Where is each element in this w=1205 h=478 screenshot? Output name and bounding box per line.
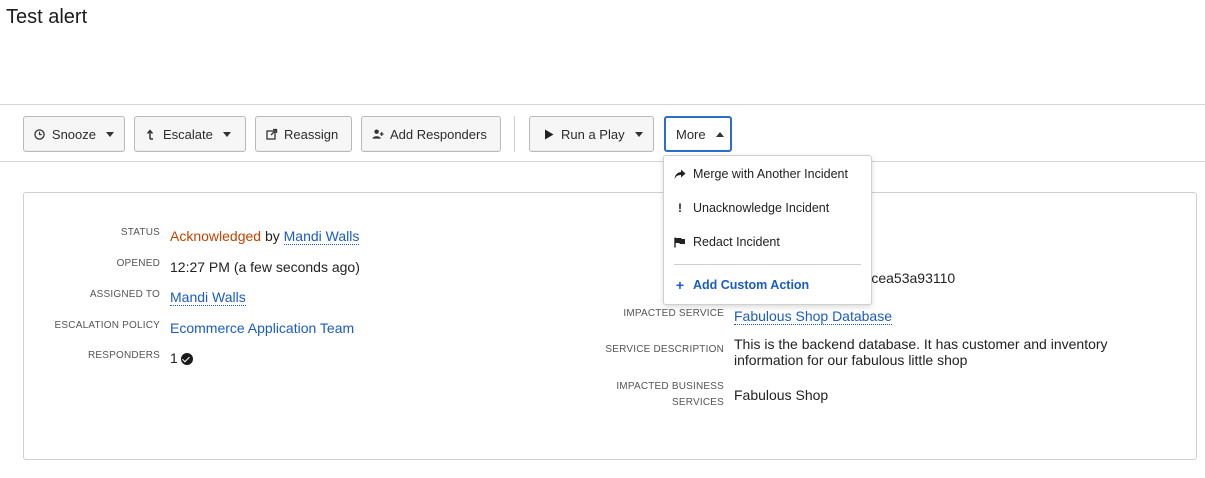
page-title: Test alert: [6, 6, 88, 28]
add-user-icon: [372, 128, 384, 140]
menu-item-redact[interactable]: Redact Incident: [664, 229, 871, 255]
add-responders-button[interactable]: Add Responders: [361, 116, 501, 152]
menu-item-merge-label: Merge with Another Incident: [693, 167, 848, 181]
opened-label: OPENED: [116, 258, 160, 269]
toolbar-divider: [514, 116, 515, 152]
chevron-down-icon: [222, 131, 231, 137]
status-badge: Acknowledged: [170, 228, 262, 244]
more-button[interactable]: More: [664, 116, 732, 152]
escalate-button[interactable]: Escalate: [134, 116, 246, 152]
status-by: by: [264, 228, 280, 244]
status-user-link[interactable]: Mandi Walls: [283, 228, 360, 245]
play-icon: [543, 128, 555, 140]
share-box-icon: [266, 128, 278, 140]
share-arrow-icon: [674, 169, 686, 180]
impacted-service-label: IMPACTED SERVICE: [623, 308, 724, 319]
responders-value: 1: [170, 350, 193, 366]
reassign-button[interactable]: Reassign: [255, 116, 352, 152]
menu-item-add-custom-action-label: Add Custom Action: [693, 278, 810, 292]
assigned-to-label: ASSIGNED TO: [89, 289, 160, 300]
menu-item-add-custom-action[interactable]: + Add Custom Action: [664, 272, 871, 298]
impacted-business-services-label: IMPACTED BUSINESS SERVICES: [584, 379, 724, 411]
chevron-up-icon: [715, 131, 724, 137]
responders-label: RESPONDERS: [87, 350, 160, 361]
opened-value: 12:27 PM (a few seconds ago): [170, 259, 360, 275]
responders-count: 1: [170, 350, 178, 366]
flag-icon: [674, 237, 686, 248]
more-dropdown-menu: Merge with Another Incident ! Unacknowle…: [663, 155, 872, 305]
reassign-label: Reassign: [284, 126, 339, 142]
menu-item-redact-label: Redact Incident: [693, 235, 780, 249]
impacted-business-label-line1: IMPACTED BUSINESS: [616, 381, 724, 392]
impacted-service-link[interactable]: Fabulous Shop Database: [734, 308, 892, 325]
impacted-business-services-value: Fabulous Shop: [734, 387, 829, 403]
escalation-policy-value: Ecommerce Application Team: [170, 320, 354, 336]
chevron-down-icon: [106, 131, 114, 137]
incident-toolbar: Snooze Escalate Reassign Add Responders …: [0, 104, 1205, 162]
service-description-value: This is the backend database. It has cus…: [734, 336, 1108, 368]
more-label: More: [676, 126, 706, 142]
run-a-play-label: Run a Play: [561, 126, 625, 142]
exclamation-icon: !: [678, 201, 682, 215]
impacted-business-label-line2: SERVICES: [672, 397, 724, 408]
assigned-user-link[interactable]: Mandi Walls: [170, 289, 246, 306]
snooze-label: Snooze: [51, 126, 96, 142]
snooze-button[interactable]: Snooze: [23, 116, 125, 152]
chevron-down-icon: [634, 131, 643, 137]
escalate-label: Escalate: [163, 126, 213, 142]
plus-icon: +: [675, 277, 685, 293]
service-description-label: SERVICE DESCRIPTION: [605, 344, 724, 355]
menu-item-merge[interactable]: Merge with Another Incident: [664, 161, 871, 187]
escalate-arrow-icon: [145, 128, 157, 140]
clock-icon: [34, 128, 46, 140]
impacted-service-value: Fabulous Shop Database: [734, 308, 892, 325]
check-circle-icon: [180, 353, 193, 366]
add-responders-label: Add Responders: [390, 126, 487, 142]
menu-divider: [674, 264, 861, 265]
status-value: Acknowledged by Mandi Walls: [170, 228, 360, 245]
assigned-to-value: Mandi Walls: [170, 289, 246, 306]
status-label: STATUS: [120, 227, 160, 238]
menu-item-unacknowledge[interactable]: ! Unacknowledge Incident: [664, 195, 871, 221]
menu-item-unacknowledge-label: Unacknowledge Incident: [693, 201, 830, 215]
run-a-play-button[interactable]: Run a Play: [529, 116, 654, 152]
escalation-policy-link[interactable]: Ecommerce Application Team: [170, 320, 354, 336]
incident-details-card: STATUS Acknowledged by Mandi Walls OPENE…: [23, 192, 1197, 460]
escalation-policy-label: ESCALATION POLICY: [54, 320, 160, 331]
